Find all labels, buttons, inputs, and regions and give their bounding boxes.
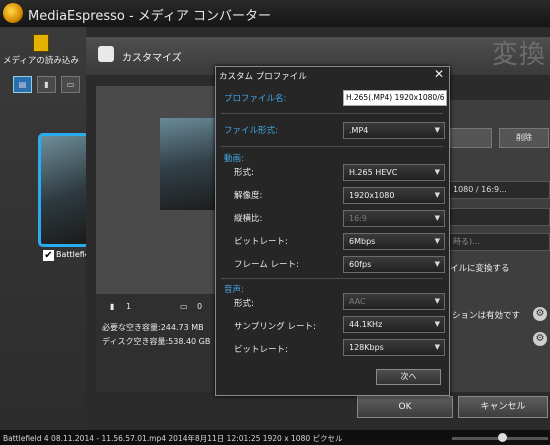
chevron-down-icon: ▼: [434, 297, 440, 305]
audio-section-label: 音声:: [224, 285, 244, 295]
import-media-icon[interactable]: [33, 34, 49, 52]
modal-title: カスタム プロファイル: [219, 72, 307, 82]
audio-bitrate-label: ビットレート:: [234, 345, 288, 355]
delete-button[interactable]: 削除: [499, 128, 549, 148]
image-count: 0: [197, 302, 203, 311]
customize-title: カスタマイズ: [122, 53, 182, 64]
sample-rate-label: サンプリング レート:: [234, 322, 316, 332]
file-format-label: ファイル形式:: [224, 126, 278, 136]
resolution-select[interactable]: 1920x1080 ▼: [343, 187, 445, 204]
chevron-down-icon: ▼: [434, 214, 440, 222]
view-image-button[interactable]: ▭: [61, 76, 80, 93]
view-list-button[interactable]: ▤: [13, 76, 32, 93]
video-bitrate-label: ビットレート:: [234, 237, 288, 247]
video-format-select[interactable]: H.265 HEVC ▼: [343, 164, 445, 181]
framerate-select[interactable]: 60fps ▼: [343, 256, 445, 273]
video-format-label: 形式:: [234, 168, 254, 178]
convert-title: 変換: [492, 40, 547, 70]
separator: [221, 146, 443, 147]
edit-button[interactable]: [450, 128, 492, 148]
effects-status-text: ションは有効です: [452, 311, 521, 321]
output-folder-field[interactable]: [448, 208, 550, 226]
resolution-label: 解像度:: [234, 191, 263, 201]
audio-format-label: 形式:: [234, 299, 254, 309]
aspect-ratio-select[interactable]: 16:9 ▼: [343, 210, 445, 227]
audio-format-select[interactable]: AAC ▼: [343, 293, 445, 310]
file-info: Battlefield 4 08.11.2014 - 11.56.57.01.m…: [3, 434, 343, 443]
chevron-down-icon: ▼: [434, 168, 440, 176]
media-thumbnail[interactable]: [38, 133, 90, 247]
file-format-select[interactable]: .MP4 ▼: [343, 122, 445, 139]
chevron-down-icon: ▼: [434, 126, 440, 134]
gear-icon[interactable]: ⚙: [533, 307, 547, 321]
separator: [221, 113, 443, 114]
framerate-label: フレーム レート:: [234, 260, 299, 270]
audio-bitrate-select[interactable]: 128Kbps ▼: [343, 339, 445, 356]
video-preview: [160, 118, 222, 210]
cancel-button[interactable]: キャンセル: [458, 396, 548, 418]
aspect-ratio-label: 縦横比:: [234, 214, 263, 224]
chevron-down-icon: ▼: [434, 320, 440, 328]
free-space: ディスク空き容量:538.40 GB: [102, 337, 211, 346]
video-count: 1: [126, 302, 132, 311]
profile-name-input[interactable]: H.265(.MP4) 1920x1080/6: [343, 90, 447, 106]
convert-option-text: イルに変換する: [450, 264, 510, 274]
video-section-label: 動画:: [224, 154, 244, 164]
video-bitrate-select[interactable]: 6Mbps ▼: [343, 233, 445, 250]
view-video-button[interactable]: ▮: [37, 76, 56, 93]
close-icon[interactable]: ✕: [434, 67, 444, 81]
gear-icon-2[interactable]: ⚙: [533, 332, 547, 346]
chevron-down-icon: ▼: [434, 191, 440, 199]
chevron-down-icon: ▼: [434, 343, 440, 351]
media-checkbox[interactable]: ✔: [42, 249, 55, 262]
customize-user-icon: [98, 46, 114, 62]
import-media-button[interactable]: メディアの読み込み: [3, 54, 79, 66]
video-count-icon: ▮: [110, 302, 115, 311]
ok-button[interactable]: OK: [357, 396, 453, 418]
app-logo-icon: [3, 3, 23, 23]
required-space: 必要な空き容量:244.73 MB: [102, 323, 204, 332]
zoom-slider-knob[interactable]: [498, 433, 507, 442]
separator: [221, 278, 443, 279]
chevron-down-icon: ▼: [434, 237, 440, 245]
resolution-field[interactable]: 1080 / 16:9...: [448, 181, 550, 199]
next-button[interactable]: 次へ: [376, 369, 441, 385]
image-count-icon: ▭: [180, 302, 188, 311]
sample-rate-select[interactable]: 44.1KHz ▼: [343, 316, 445, 333]
placeholder-field[interactable]: 時る)...: [448, 233, 550, 251]
chevron-down-icon: ▼: [434, 260, 440, 268]
app-title: MediaEspresso - メディア コンバーター: [28, 9, 272, 24]
profile-name-label: プロファイル名:: [224, 94, 287, 104]
